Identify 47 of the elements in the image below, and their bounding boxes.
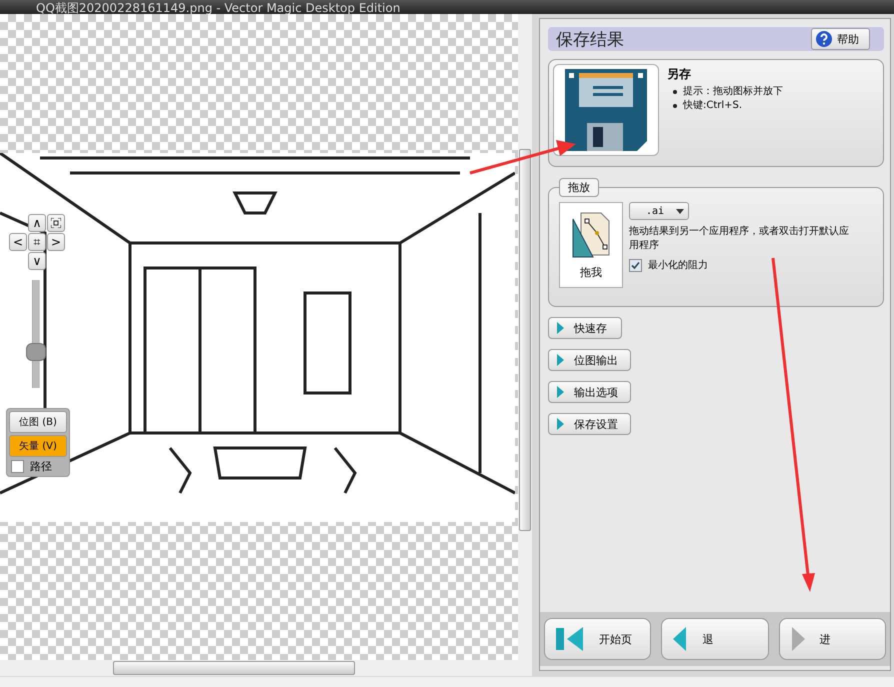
caret-icon [676, 208, 684, 214]
help-icon [816, 31, 832, 47]
path-checkbox[interactable] [11, 460, 24, 473]
path-label: 路径 [30, 459, 52, 474]
section-expand-button[interactable]: 位图输出 [548, 349, 631, 371]
drag-label: 拖我 [580, 264, 602, 280]
pan-down-button[interactable]: ∨ [28, 252, 46, 270]
navigation-button[interactable]: 进 [778, 618, 886, 660]
next-triangle-icon [790, 626, 806, 652]
minimize-checkbox[interactable] [629, 258, 642, 272]
group-legend: 拖放 [559, 178, 599, 197]
checkbox-label: 最小化的阻力 [648, 258, 708, 272]
hint-text: 提示：拖动图标并放下 [683, 85, 783, 99]
section-expand-button[interactable]: 输出选项 [548, 381, 631, 403]
zoom-slider-thumb[interactable] [26, 343, 46, 361]
fit-view-icon [51, 218, 61, 228]
pan-left-button[interactable]: < [9, 233, 27, 251]
pan-up-button[interactable]: ∧ [28, 214, 46, 232]
drag-description: 拖动结果到另一个应用程序，或者双击打开默认应用程序 [629, 225, 850, 253]
back-triangle-icon [672, 626, 688, 652]
expand-triangle-icon [557, 386, 564, 398]
drag-tile[interactable]: 拖我 [559, 202, 623, 288]
bullet-icon [673, 90, 677, 94]
expand-triangle-icon [557, 418, 564, 430]
save-as-title: 另存 [667, 66, 692, 83]
scrollbar-thumb[interactable] [113, 661, 355, 675]
navigation-button[interactable]: 开始页 [544, 618, 652, 660]
section-expand-button[interactable]: 保存设置 [548, 413, 631, 435]
pan-right-button[interactable]: > [47, 233, 65, 251]
horizontal-scrollbar[interactable] [0, 660, 518, 676]
vector-file-icon [571, 210, 611, 260]
view-mode-button[interactable]: 矢量 (V) [9, 435, 67, 457]
format-dropdown[interactable]: .ai [629, 202, 689, 220]
navigation-button[interactable]: 退 [661, 618, 769, 660]
center-button[interactable]: ⌗ [28, 233, 46, 251]
panel-title: 保存结果 [556, 28, 624, 50]
expand-triangle-icon [557, 354, 564, 366]
section-expand-button[interactable]: 快速存 [548, 317, 622, 339]
view-mode-button[interactable]: 位图 (B) [9, 411, 67, 433]
bullet-icon [673, 104, 677, 108]
vertical-scrollbar[interactable] [518, 14, 532, 676]
first-page-icon [555, 626, 585, 652]
help-button[interactable]: 帮助 [811, 28, 870, 50]
hint-text: 快键:Ctrl+S. [683, 99, 742, 113]
fit-view-button[interactable] [47, 214, 65, 232]
expand-triangle-icon [557, 322, 564, 334]
scrollbar-thumb[interactable] [519, 149, 531, 531]
